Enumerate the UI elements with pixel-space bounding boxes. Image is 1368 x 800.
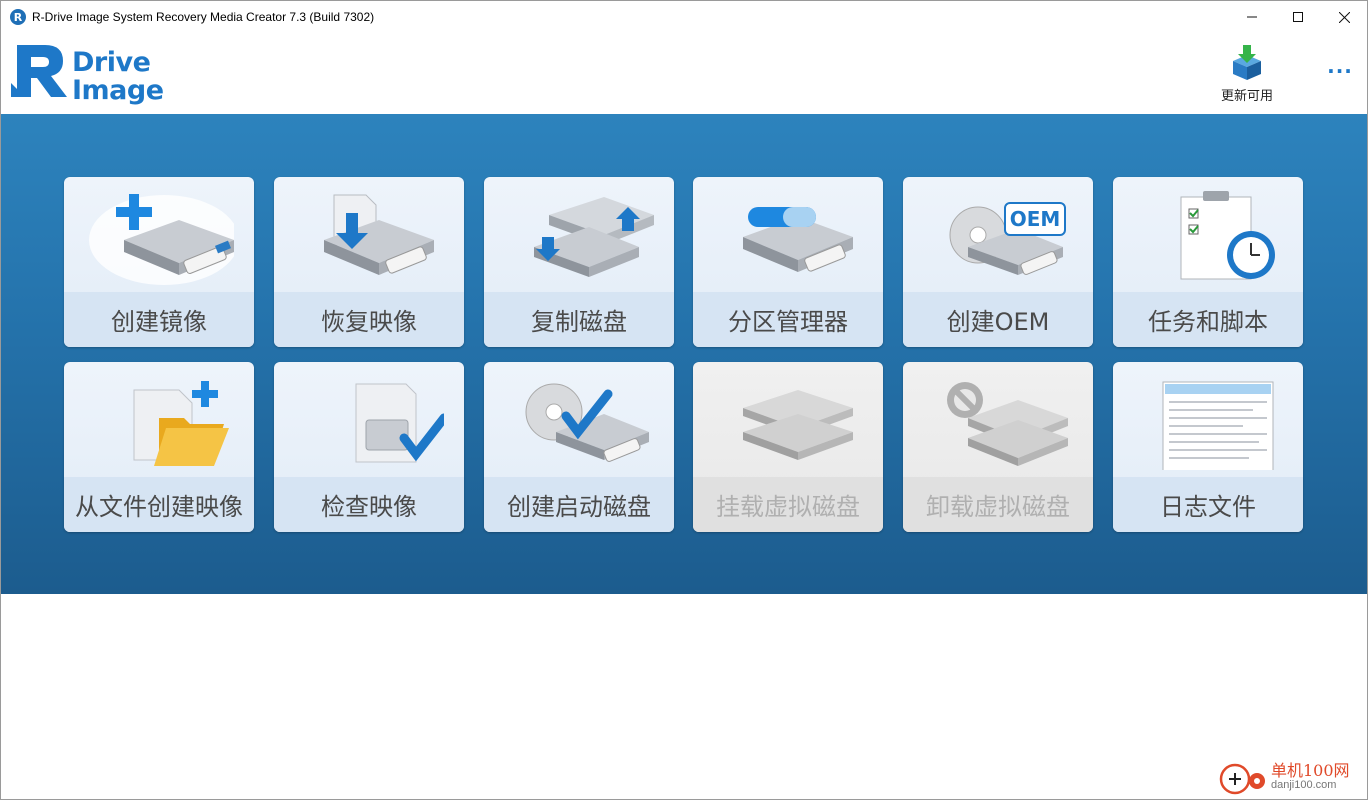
partition-manager-icon — [693, 177, 883, 292]
tile-create-image-from-files[interactable]: 从文件创建映像 — [64, 362, 254, 532]
bottom-area — [1, 594, 1367, 799]
mount-virtual-disk-icon — [693, 362, 883, 477]
tile-label-area: 检查映像 — [274, 477, 464, 532]
tile-label: 恢复映像 — [321, 308, 417, 336]
watermark-main: 单机100网 — [1271, 761, 1350, 780]
watermark-text: 单机100网 danji100.com — [1271, 763, 1350, 793]
restore-image-icon — [274, 177, 464, 292]
tile-label-area: 日志文件 — [1113, 477, 1303, 532]
r-logo-icon — [11, 45, 67, 97]
main-panel: 创建镜像 恢复映像 复制磁盘 分区管理器 OEM 创建OEM 任务和脚本 从文件… — [1, 114, 1367, 594]
logo-line-drive: Drive — [72, 47, 151, 78]
tile-label: 创建启动磁盘 — [507, 493, 651, 521]
app-window: R R-Drive Image System Recovery Media Cr… — [0, 0, 1368, 800]
tile-label: 复制磁盘 — [531, 308, 627, 336]
create-image-from-files-icon — [64, 362, 254, 477]
tile-label: 检查映像 — [321, 493, 417, 521]
tile-create-oem[interactable]: OEM 创建OEM — [903, 177, 1093, 347]
tile-check-image[interactable]: 检查映像 — [274, 362, 464, 532]
window-controls — [1229, 1, 1367, 33]
window-title: R-Drive Image System Recovery Media Crea… — [32, 10, 375, 24]
header-bar: Drive Image 更新可用 ··· — [1, 33, 1367, 114]
tile-label: 挂载虚拟磁盘 — [716, 493, 860, 521]
tile-label: 日志文件 — [1160, 493, 1256, 521]
tile-copy-disk[interactable]: 复制磁盘 — [484, 177, 674, 347]
copy-disk-icon — [484, 177, 674, 292]
tile-label-area: 恢复映像 — [274, 292, 464, 347]
tile-label: 创建OEM — [946, 308, 1050, 336]
update-box-icon — [1233, 45, 1261, 80]
tile-label-area: 从文件创建映像 — [64, 477, 254, 532]
logo-text: Drive Image — [72, 49, 164, 105]
tile-label-area: 挂载虚拟磁盘 — [693, 477, 883, 532]
tile-label-area: 创建镜像 — [64, 292, 254, 347]
svg-text:OEM: OEM — [1010, 207, 1061, 231]
update-available-button[interactable]: 更新可用 — [1211, 45, 1283, 105]
more-options-button[interactable]: ··· — [1327, 59, 1353, 83]
tile-unmount-virtual-disk: 卸载虚拟磁盘 — [903, 362, 1093, 532]
logo-line-image: Image — [72, 75, 164, 106]
tile-label: 创建镜像 — [111, 308, 207, 336]
more-dots-icon: ··· — [1327, 59, 1353, 83]
close-button[interactable] — [1321, 1, 1367, 33]
minimize-icon — [1247, 16, 1257, 18]
maximize-icon — [1293, 12, 1303, 22]
tile-label-area: 卸载虚拟磁盘 — [903, 477, 1093, 532]
tile-create-image[interactable]: 创建镜像 — [64, 177, 254, 347]
tile-tasks-scripts[interactable]: 任务和脚本 — [1113, 177, 1303, 347]
tile-label: 卸载虚拟磁盘 — [926, 493, 1070, 521]
r-drive-image-logo: Drive Image — [11, 43, 171, 105]
watermark-sub: danji100.com — [1271, 779, 1337, 791]
tile-label-area: 任务和脚本 — [1113, 292, 1303, 347]
close-icon — [1338, 11, 1350, 23]
create-oem-icon: OEM — [903, 177, 1093, 292]
tile-restore-image[interactable]: 恢复映像 — [274, 177, 464, 347]
title-bar: R R-Drive Image System Recovery Media Cr… — [1, 1, 1367, 33]
minimize-button[interactable] — [1229, 1, 1275, 33]
tile-label: 分区管理器 — [728, 308, 848, 336]
tile-create-boot-disk[interactable]: 创建启动磁盘 — [484, 362, 674, 532]
tile-label-area: 复制磁盘 — [484, 292, 674, 347]
tile-label-area: 创建OEM — [903, 292, 1093, 347]
watermark: 单机100网 danji100.com — [1219, 759, 1350, 797]
unmount-virtual-disk-icon — [903, 362, 1093, 477]
tile-label: 从文件创建映像 — [75, 493, 243, 521]
tile-label-area: 分区管理器 — [693, 292, 883, 347]
tile-log-file[interactable]: 日志文件 — [1113, 362, 1303, 532]
maximize-button[interactable] — [1275, 1, 1321, 33]
tile-partition-manager[interactable]: 分区管理器 — [693, 177, 883, 347]
check-image-icon — [274, 362, 464, 477]
tile-label-area: 创建启动磁盘 — [484, 477, 674, 532]
tile-mount-virtual-disk: 挂载虚拟磁盘 — [693, 362, 883, 532]
create-boot-disk-icon — [484, 362, 674, 477]
watermark-logo-icon — [1219, 763, 1265, 795]
create-image-icon — [64, 177, 254, 292]
log-file-icon — [1113, 362, 1303, 477]
app-icon: R — [10, 9, 26, 25]
update-label: 更新可用 — [1220, 89, 1273, 104]
tasks-scripts-icon — [1113, 177, 1303, 292]
tile-label: 任务和脚本 — [1148, 308, 1268, 336]
